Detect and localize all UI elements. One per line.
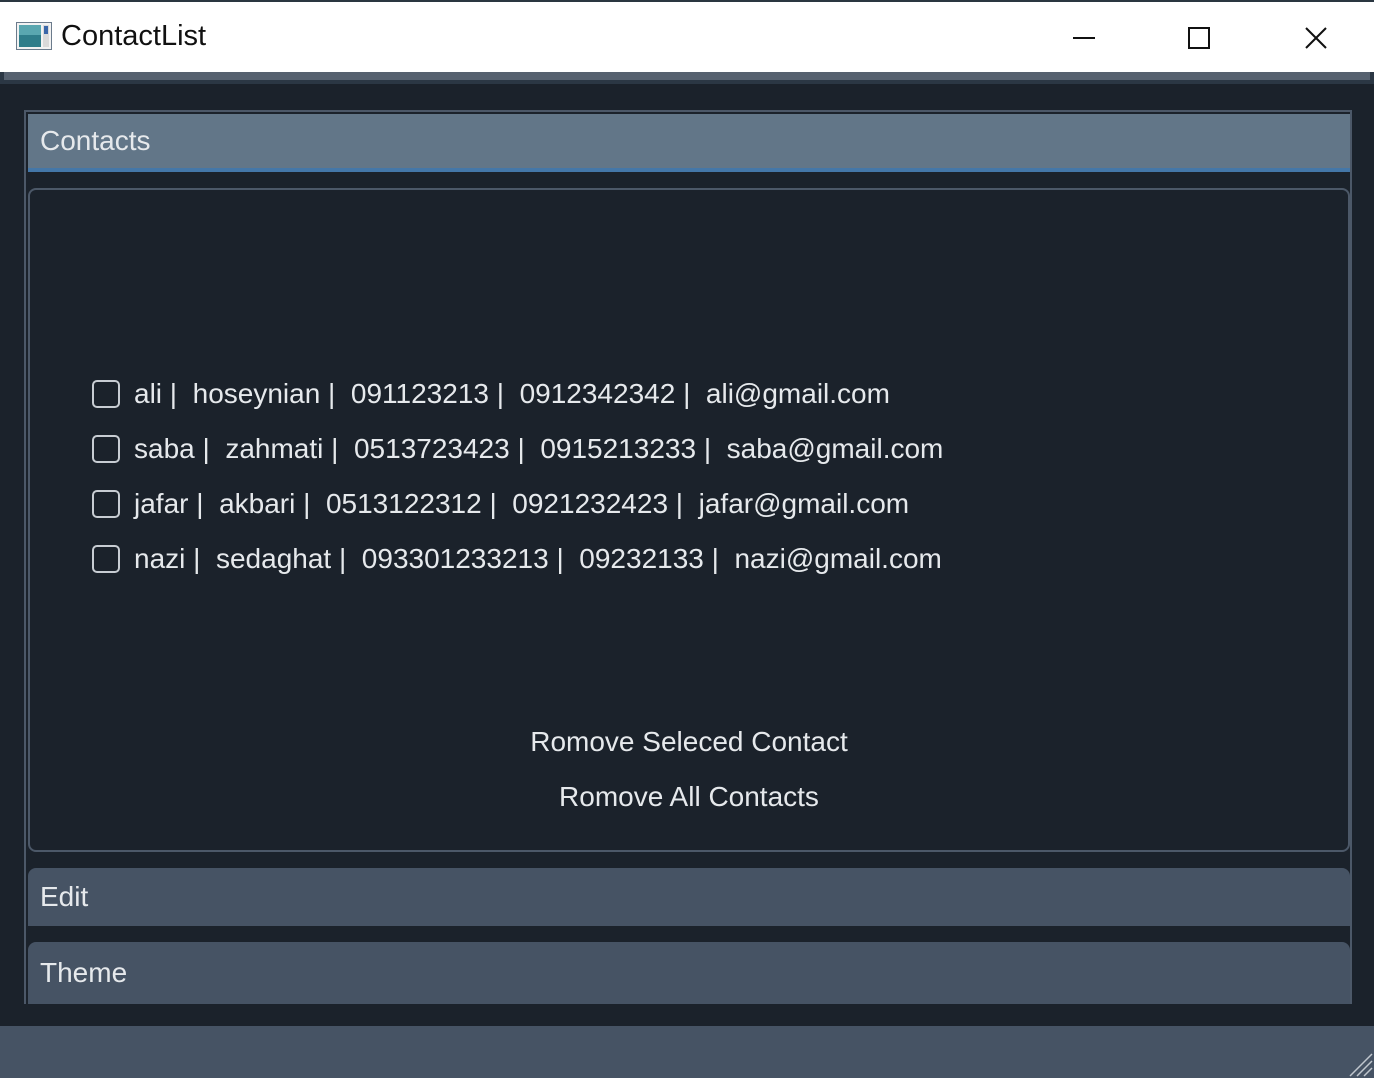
list-item[interactable]: jafar | akbari | 0513122312 | 0921232423…: [92, 476, 943, 531]
accordion-header-theme[interactable]: Theme: [28, 942, 1350, 1004]
app-window-icon: [16, 22, 52, 50]
contact-checkbox[interactable]: [92, 544, 120, 573]
maximize-icon: [1188, 27, 1210, 49]
close-icon: [1305, 27, 1327, 49]
accordion-header-contacts-label: Contacts: [40, 125, 151, 156]
contact-label[interactable]: ali | hoseynian | 091123213 | 0912342342…: [134, 378, 890, 410]
remove-selected-contact-button[interactable]: Romove Seleced Contact: [30, 726, 1348, 758]
remove-all-contacts-button[interactable]: Romove All Contacts: [30, 781, 1348, 813]
contact-checkbox[interactable]: [92, 434, 120, 463]
menu-bar: [0, 72, 1374, 84]
window-title: ContactList: [61, 20, 207, 52]
contact-label[interactable]: saba | zahmati | 0513723423 | 0915213233…: [134, 433, 943, 465]
contact-list: ali | hoseynian | 091123213 | 0912342342…: [92, 366, 943, 586]
close-button[interactable]: [1258, 4, 1374, 72]
list-item[interactable]: ali | hoseynian | 091123213 | 0912342342…: [92, 366, 943, 421]
contacts-panel: ali | hoseynian | 091123213 | 0912342342…: [28, 188, 1350, 852]
contact-label[interactable]: jafar | akbari | 0513122312 | 0921232423…: [134, 488, 909, 520]
minimize-icon: [1073, 37, 1095, 39]
contact-label[interactable]: nazi | sedaghat | 093301233213 | 0923213…: [134, 543, 942, 575]
list-item[interactable]: saba | zahmati | 0513723423 | 0915213233…: [92, 421, 943, 476]
contact-checkbox[interactable]: [92, 489, 120, 518]
accordion: Contacts ali | hoseynian | 091123213 | 0…: [24, 110, 1352, 1004]
menu-bar-strip: [4, 72, 1370, 80]
contactlist-window: ContactList Contacts ali | hoseynian | 0…: [0, 0, 1374, 1078]
status-bar: [0, 1026, 1374, 1078]
maximize-button[interactable]: [1141, 4, 1257, 72]
contact-checkbox[interactable]: [92, 379, 120, 408]
list-item[interactable]: nazi | sedaghat | 093301233213 | 0923213…: [92, 531, 943, 586]
accordion-header-contacts[interactable]: Contacts: [28, 114, 1350, 172]
title-bar[interactable]: ContactList: [0, 0, 1374, 72]
accordion-header-edit-label: Edit: [40, 881, 89, 912]
resize-grip-icon[interactable]: [1344, 1048, 1374, 1078]
accordion-header-edit[interactable]: Edit: [28, 868, 1350, 926]
minimize-button[interactable]: [1026, 4, 1142, 72]
accordion-header-theme-label: Theme: [40, 957, 128, 988]
